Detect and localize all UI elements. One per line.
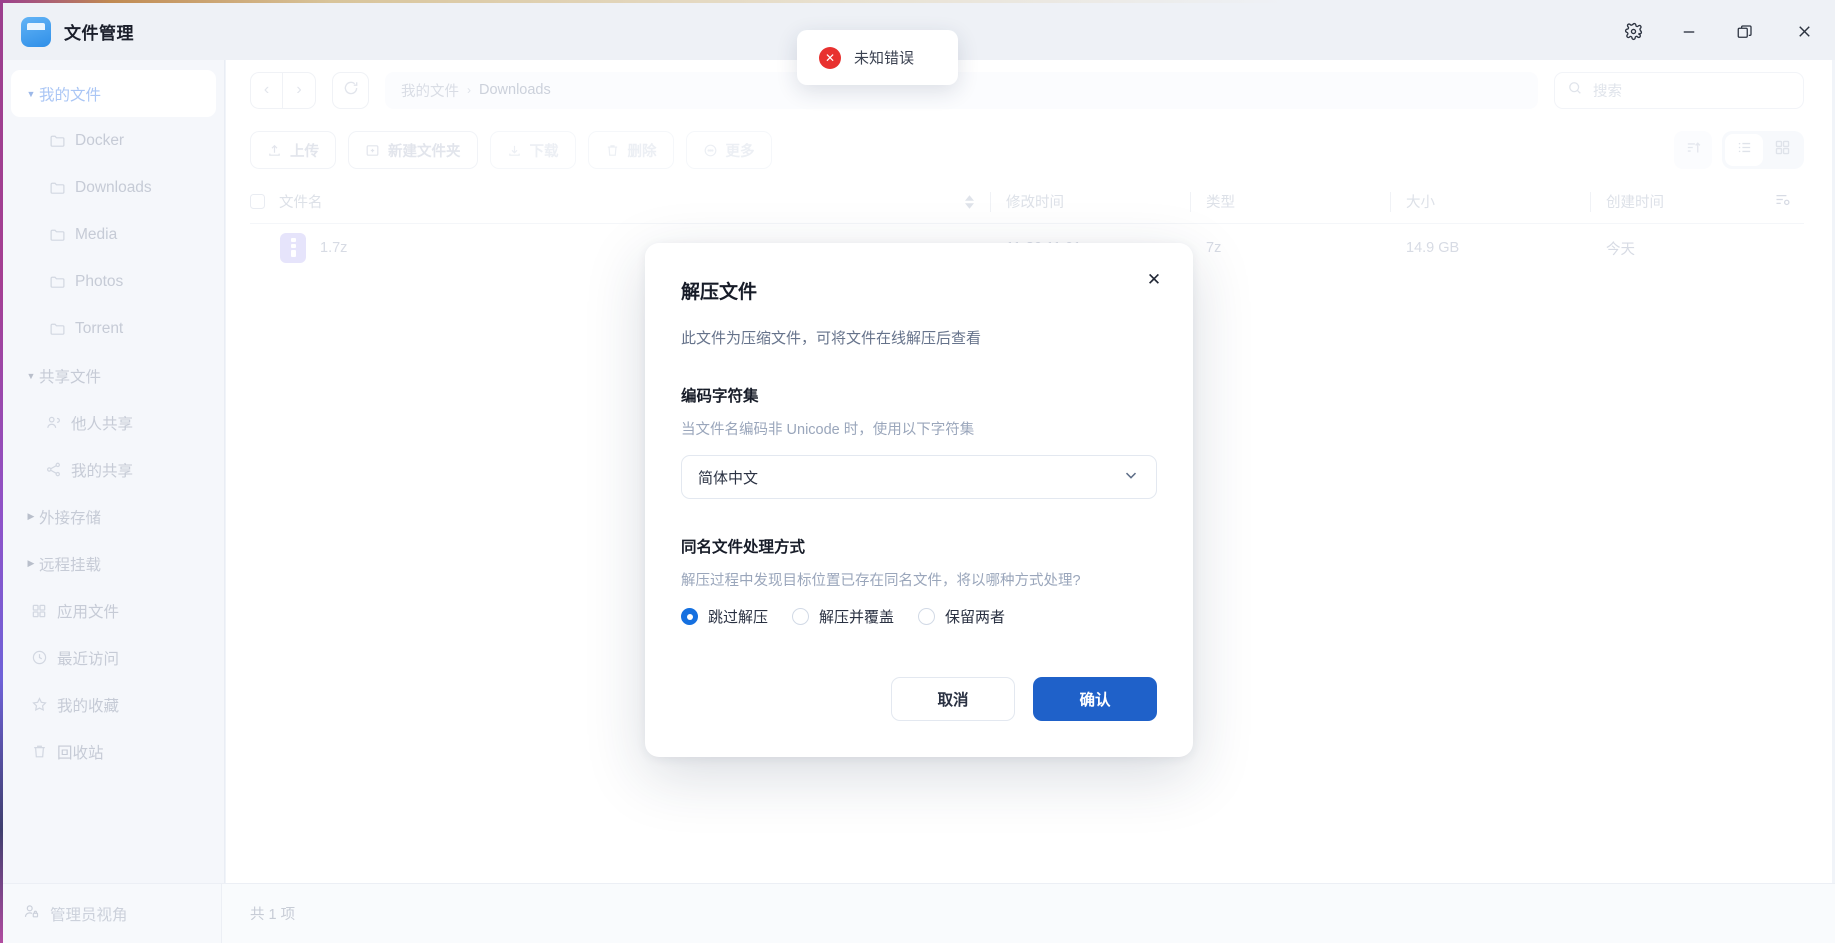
radio-dot-icon [792,608,810,625]
error-toast: ✕ 未知错误 [797,30,958,85]
error-toast-message: 未知错误 [854,50,915,67]
chevron-down-icon [1122,466,1140,488]
dialog-title: 解压文件 [681,282,758,303]
cancel-button[interactable]: 取消 [891,677,1015,721]
radio-keep-both[interactable]: 保留两者 [918,606,1005,627]
radio-label: 跳过解压 [708,609,769,626]
radio-label: 解压并覆盖 [819,609,895,626]
error-circle-icon: ✕ [819,46,841,69]
radio-skip-extract[interactable]: 跳过解压 [681,606,768,627]
dialog-description: 此文件为压缩文件，可将文件在线解压后查看 [681,330,982,347]
charset-selected-value: 简体中文 [698,469,759,487]
conflict-section-hint: 解压过程中发现目标位置已存在同名文件，将以哪种方式处理? [681,573,1081,589]
conflict-radio-group: 跳过解压 解压并覆盖 保留两者 [681,606,1157,627]
charset-section-hint: 当文件名编码非 Unicode 时，使用以下字符集 [681,422,975,438]
dialog-actions: 取消 确认 [891,677,1157,721]
radio-label: 保留两者 [945,609,1006,626]
conflict-section-title: 同名文件处理方式 [681,539,806,556]
radio-overwrite[interactable]: 解压并覆盖 [792,606,894,627]
radio-dot-icon [681,608,698,625]
charset-select[interactable]: 简体中文 [681,455,1157,499]
dialog-close-button[interactable]: ✕ [1141,267,1167,293]
charset-section-title: 编码字符集 [681,388,759,405]
confirm-button[interactable]: 确认 [1033,677,1157,721]
file-manager-window: 文件管理 ▼ 我的文件 Docker Downloads Media Photo… [0,0,1835,943]
window-top-border [0,0,1835,3]
extract-file-dialog: ✕ 解压文件 此文件为压缩文件，可将文件在线解压后查看 编码字符集 当文件名编码… [645,243,1193,757]
radio-dot-icon [918,608,936,625]
window-left-border [0,0,3,943]
close-icon: ✕ [1146,270,1162,289]
